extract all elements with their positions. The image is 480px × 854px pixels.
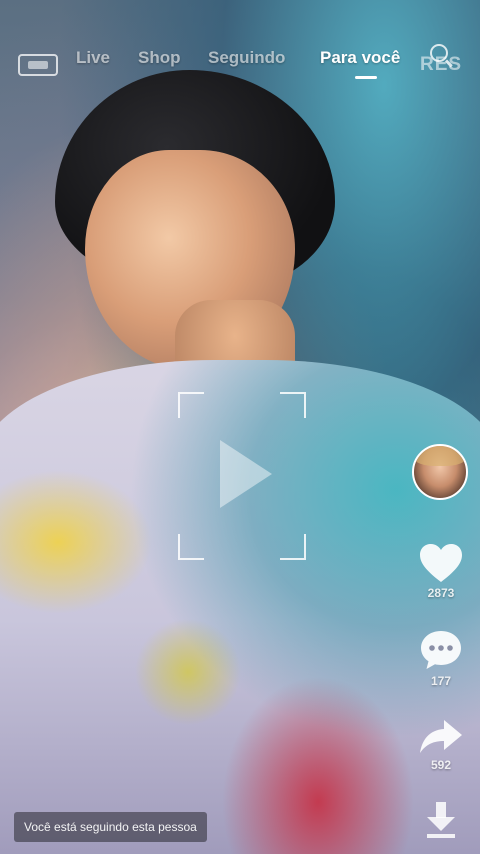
tab-for-you[interactable]: Para você <box>320 48 400 68</box>
tab-live[interactable]: Live <box>76 48 110 68</box>
top-right-label: RES <box>420 54 463 75</box>
comment-count: 177 <box>430 674 452 688</box>
video-feed-screen: Live Shop Seguindo Para você RES 2873 17… <box>0 0 480 854</box>
share-count: 592 <box>430 758 452 772</box>
paused-play-overlay[interactable] <box>178 392 306 560</box>
focus-corner-top-right <box>280 392 306 418</box>
focus-corner-bottom-left <box>178 534 204 560</box>
share-button[interactable]: 592 <box>412 716 470 772</box>
creator-avatar[interactable] <box>412 444 468 500</box>
download-icon <box>427 802 455 838</box>
download-button[interactable] <box>412 800 470 840</box>
focus-corner-top-left <box>178 392 204 418</box>
comment-icon <box>421 631 461 669</box>
like-count: 2873 <box>427 586 455 600</box>
comment-button[interactable]: 177 <box>412 628 470 688</box>
live-icon[interactable] <box>18 54 58 76</box>
top-navigation: Live Shop Seguindo Para você RES <box>0 0 480 90</box>
active-tab-indicator <box>355 76 377 79</box>
following-toast: Você está seguindo esta pessoa <box>14 812 207 842</box>
heart-icon <box>420 544 462 582</box>
tab-shop[interactable]: Shop <box>138 48 181 68</box>
focus-corner-bottom-right <box>280 534 306 560</box>
like-button[interactable]: 2873 <box>412 542 470 600</box>
tab-following[interactable]: Seguindo <box>208 48 285 68</box>
play-icon[interactable] <box>220 440 272 508</box>
share-icon <box>420 720 462 753</box>
